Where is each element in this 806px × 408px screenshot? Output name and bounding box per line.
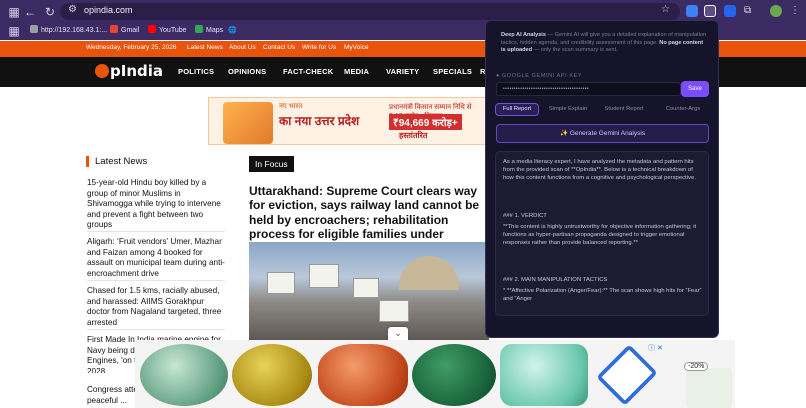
gem-pendant[interactable] [686,368,732,408]
profile-avatar[interactable] [770,5,782,17]
logo-mark [95,64,109,78]
ad-info-icon[interactable]: ⓘ ✕ [648,343,663,353]
protest-sign [267,272,295,294]
banner-photo [223,102,273,144]
gem-emerald-light[interactable] [140,344,228,406]
bookmark-label: Gmail [121,27,140,34]
bookmark-gmail[interactable]: Gmail [110,25,139,37]
logo-text: pIndia [110,62,163,80]
protest-sign [353,278,379,298]
bookmark-label: YouTube [159,27,187,34]
divider [87,231,225,232]
nav-opinions[interactable]: OPINIONS [228,67,266,76]
generate-analysis-button[interactable]: ✨ Generate Gemini Analysis [496,124,709,143]
page-icon [30,25,38,33]
maps-icon [195,25,203,33]
tab-full-report[interactable]: Full Report [495,103,539,116]
nav-variety[interactable]: VARIETY [386,67,419,76]
extension-icon-blue[interactable] [686,5,698,17]
nav-media[interactable]: MEDIA [344,67,369,76]
top-link-contact[interactable]: Contact Us [263,44,295,51]
nav-politics[interactable]: POLITICS [178,67,214,76]
top-link-latest[interactable]: Latest News [187,44,223,51]
tab-student-report[interactable]: Student Report [599,103,649,116]
bookmark-item[interactable]: http://192.168.43.1:... [30,25,107,37]
tab-grid-icon[interactable]: ▦ [6,4,22,20]
latest-news-heading: Latest News [86,156,147,167]
building-dome [399,256,459,290]
address-bar[interactable]: ⚙ opindia.com ☆ [60,3,680,20]
bookmark-youtube[interactable]: YouTube [148,25,187,37]
site-date: Wednesday, February 25, 2026 [86,44,177,51]
banner-title: का नया उत्तर प्रदेश [279,114,360,128]
latest-news-item[interactable]: Chased for 1.5 kms, racially abused, and… [87,286,225,328]
output-paragraph: **This content is highly untrustworthy f… [503,224,697,247]
banner-amount: ₹94,669 करोड़+ [389,114,462,130]
nav-fact-check[interactable]: FACT-CHECK [283,67,333,76]
save-button[interactable]: Save [681,81,709,97]
ad-banner[interactable]: नए भारत का नया उत्तर प्रदेश प्रधानमंत्री… [208,97,488,145]
discount-badge: -20% [684,362,709,371]
bookmark-maps[interactable]: Maps [195,25,223,37]
api-key-input[interactable]: •••••••••••••••••••••••••••••••••••••••• [496,82,681,96]
tab-counter-args[interactable]: Counter-Args [656,103,710,116]
top-link-about[interactable]: About Us [229,44,256,51]
latest-news-item[interactable]: 15-year-old Hindu boy killed by a group … [87,178,225,231]
extensions-menu-icon[interactable]: ⧉ [744,5,756,17]
featured-image[interactable] [249,242,489,342]
divider [87,280,225,281]
gem-yellow-sapphire[interactable] [232,344,312,406]
extension-icon-puzzle[interactable] [724,5,736,17]
banner-text: नए भारत [279,103,303,110]
in-focus-label: In Focus [249,156,294,172]
globe-icon[interactable]: 🌐 [228,25,237,37]
top-link-myvoice[interactable]: MyVoice [344,44,369,51]
output-paragraph: * **Affective Polarization (Anger/Fear):… [503,288,702,303]
nav-specials[interactable]: SPECIALS [433,67,472,76]
analysis-description: Deep AI Analysis — Gemini AI will give y… [501,32,707,55]
back-icon[interactable]: ← [22,4,38,20]
youtube-icon [148,25,156,33]
latest-news-item[interactable]: Aligarh: ‘Fruit vendors’ Umer, Mazhar an… [87,237,225,279]
browser-menu-icon[interactable]: ⋮ [790,5,802,17]
top-link-write[interactable]: Write for Us [302,44,336,51]
apps-grid-icon[interactable]: ▦ [6,23,22,39]
extension-popup: Deep AI Analysis — Gemini AI will give y… [485,20,719,338]
url-text: opindia.com [84,5,133,15]
site-logo[interactable]: pIndia [95,62,163,80]
output-heading: ### 2. MAIN MANIPULATION TACTICS [503,277,608,283]
gmail-icon [110,25,118,33]
analysis-title: Deep AI Analysis [501,32,546,38]
analysis-text: — only the scan summary is sent. [532,47,618,54]
api-key-label: ● GOOGLE GEMINI API KEY [496,73,583,79]
reload-icon[interactable]: ↻ [42,4,58,20]
output-paragraph: As a media literacy expert, I have analy… [503,159,696,182]
tab-simple-explain[interactable]: Simple Explain [543,103,593,116]
analysis-output[interactable]: As a media literacy expert, I have analy… [495,151,709,316]
divider [87,329,225,330]
site-info-icon[interactable]: ⚙ [68,4,77,15]
protest-sign [309,264,339,288]
gem-red-coral[interactable] [318,344,408,406]
gem-aquamarine[interactable] [500,344,588,406]
output-heading: ### 1. VERDICT [503,213,547,219]
gem-emerald-dark[interactable] [412,344,496,406]
bookmark-label: Maps [206,27,224,34]
protest-sign [379,300,409,322]
bookmark-label: http://192.168.43.1:... [41,27,108,34]
bookmark-star-icon[interactable]: ☆ [661,4,670,15]
ad-collapse-chevron-icon[interactable]: ⌄ [388,327,408,340]
banner-text: हस्तांतरित [399,131,428,140]
extension-icon-active[interactable] [704,5,716,17]
